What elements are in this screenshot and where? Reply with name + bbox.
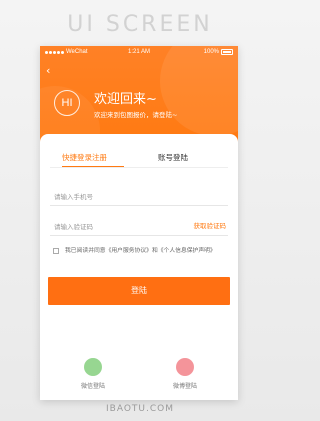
battery-percent: 100% — [203, 49, 219, 55]
header: WeChat 1:21 AM 100% ‹ HI 欢迎回来~ 欢迎来到包图报价，… — [40, 46, 238, 142]
tab-account-login[interactable]: 账号登陆 — [158, 152, 188, 163]
battery-icon — [221, 49, 233, 55]
banner-title: UI SCREEN — [67, 12, 213, 37]
weibo-login-label: 微博登陆 — [172, 383, 197, 390]
phone-input[interactable] — [50, 187, 170, 207]
battery-status: 100% — [204, 49, 233, 55]
active-tab-indicator — [62, 166, 124, 167]
chevron-left-icon[interactable]: ‹ — [46, 64, 60, 78]
status-bar: WeChat 1:21 AM 100% — [40, 46, 238, 58]
avatar[interactable]: HI — [54, 90, 80, 116]
phone-screen: WeChat 1:21 AM 100% ‹ HI 欢迎回来~ 欢迎来到包图报价，… — [40, 46, 238, 400]
get-code-button[interactable]: 获取验证码 — [194, 220, 227, 230]
weibo-login[interactable]: 微博登陆 — [160, 358, 210, 390]
phone-field — [50, 184, 228, 207]
agree-text: 我已阅读并同意《用户服务协议》和《个人信息保护声明》 — [65, 248, 216, 254]
code-input[interactable] — [50, 217, 170, 237]
tab-divider — [50, 167, 228, 168]
wechat-icon — [84, 358, 102, 376]
agree-checkbox[interactable] — [53, 248, 59, 254]
login-button[interactable]: 登陆 — [48, 277, 230, 305]
code-field: 获取验证码 — [50, 214, 228, 237]
weibo-icon — [176, 358, 194, 376]
login-card: 快捷登录注册 账号登陆 获取验证码 我已阅读并同意《用户服务协议》和《个人信息保… — [40, 134, 238, 400]
welcome-title: 欢迎回来~ — [94, 92, 157, 107]
wechat-login[interactable]: 微信登陆 — [68, 358, 118, 390]
welcome-subtitle: 欢迎来到包图报价，请登陆~ — [94, 111, 178, 119]
tab-quick-login[interactable]: 快捷登录注册 — [62, 152, 107, 163]
wechat-login-label: 微信登陆 — [80, 383, 105, 390]
watermark: IBAOTU.COM — [106, 404, 174, 414]
